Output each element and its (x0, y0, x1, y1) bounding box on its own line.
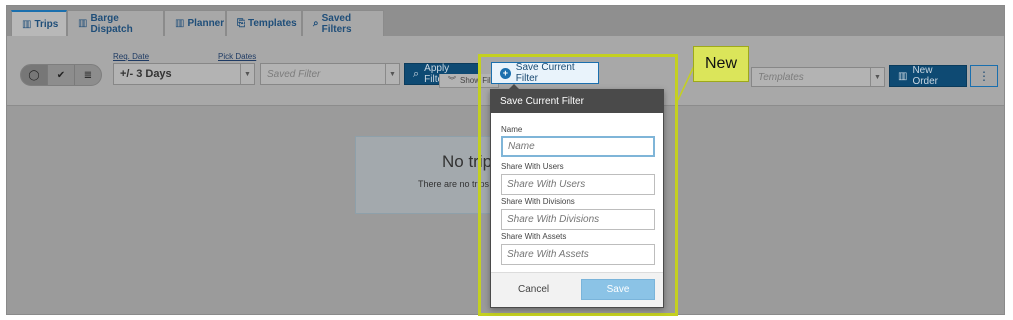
share-assets-label: Share With Assets (501, 232, 567, 241)
dialog-footer: Cancel Save (491, 272, 663, 307)
save-filter-dialog: Save Current Filter Name Share With User… (490, 84, 664, 308)
share-users-input[interactable] (501, 174, 655, 195)
tab-label: Barge Dispatch (90, 12, 133, 35)
callout-text: New (704, 55, 737, 72)
tab-label: Saved Filters (321, 12, 352, 35)
save-button[interactable]: Save (581, 279, 655, 300)
templates-placeholder: Templates (758, 71, 804, 83)
grid-icon: ▥ (78, 18, 88, 29)
templates-select[interactable]: Templates ▼ (751, 67, 885, 87)
chevron-down-icon: ▼ (385, 64, 399, 84)
grid-icon: ▥ (898, 70, 908, 82)
saved-filter-select[interactable]: Saved Filter ▼ (260, 63, 400, 85)
req-date-value: +/- 3 Days (120, 68, 172, 80)
name-label: Name (501, 125, 523, 134)
popover-arrow (508, 84, 520, 90)
chevron-down-icon: ▼ (870, 68, 884, 86)
dialog-title: Save Current Filter (491, 90, 663, 113)
save-current-filter-button[interactable]: + Save Current Filter (491, 62, 599, 84)
empty-state: No trip There are no trips (355, 136, 495, 214)
cancel-button[interactable]: Cancel (518, 284, 549, 295)
tab-bar: ▥ Trips ▥ Barge Dispatch ▥ Planner ⎘ Tem… (7, 6, 1004, 36)
grid-icon: ▥ (22, 18, 32, 30)
tab-trips[interactable]: ▥ Trips (11, 10, 67, 36)
chevrons-down-icon: ︾ (448, 76, 456, 85)
name-input[interactable] (501, 136, 655, 157)
new-order-label: New Order (912, 65, 939, 87)
search-icon: ⌕ (313, 18, 319, 29)
share-assets-input[interactable] (501, 244, 655, 265)
tab-planner[interactable]: ▥ Planner (164, 10, 226, 36)
template-icon: ⎘ (237, 18, 245, 29)
share-users-label: Share With Users (501, 162, 564, 171)
pick-dates-link[interactable]: Pick Dates (218, 52, 256, 61)
share-divisions-label: Share With Divisions (501, 197, 575, 206)
tab-label: Templates (248, 18, 297, 29)
view-toggle[interactable]: ◯ ✔ ≣ (20, 64, 102, 86)
chevron-down-icon: ▼ (240, 64, 254, 84)
search-icon: ⌕ (413, 67, 420, 80)
tab-barge-dispatch[interactable]: ▥ Barge Dispatch (67, 10, 164, 36)
circle-icon[interactable]: ◯ (21, 65, 48, 85)
new-order-button[interactable]: ▥ New Order (889, 65, 967, 87)
tab-label: Trips (34, 18, 59, 30)
saved-filter-placeholder: Saved Filter (267, 68, 321, 80)
tab-label: Planner (187, 18, 225, 29)
save-current-filter-label: Save Current Filter (515, 62, 575, 84)
tab-saved-filters[interactable]: ⌕ Saved Filters (302, 10, 384, 36)
tab-templates[interactable]: ⎘ Templates (226, 10, 302, 36)
share-divisions-input[interactable] (501, 209, 655, 230)
check-icon[interactable]: ✔ (48, 65, 75, 85)
new-callout: New (693, 46, 749, 82)
req-date-label[interactable]: Req. Date (113, 52, 149, 61)
req-date-select[interactable]: +/- 3 Days ▼ (113, 63, 255, 85)
more-options-button[interactable]: ⋮ (970, 65, 998, 87)
list-icon[interactable]: ≣ (75, 65, 101, 85)
plus-icon: + (500, 67, 511, 79)
grid-icon: ▥ (175, 18, 185, 29)
more-icon: ⋮ (978, 69, 990, 83)
